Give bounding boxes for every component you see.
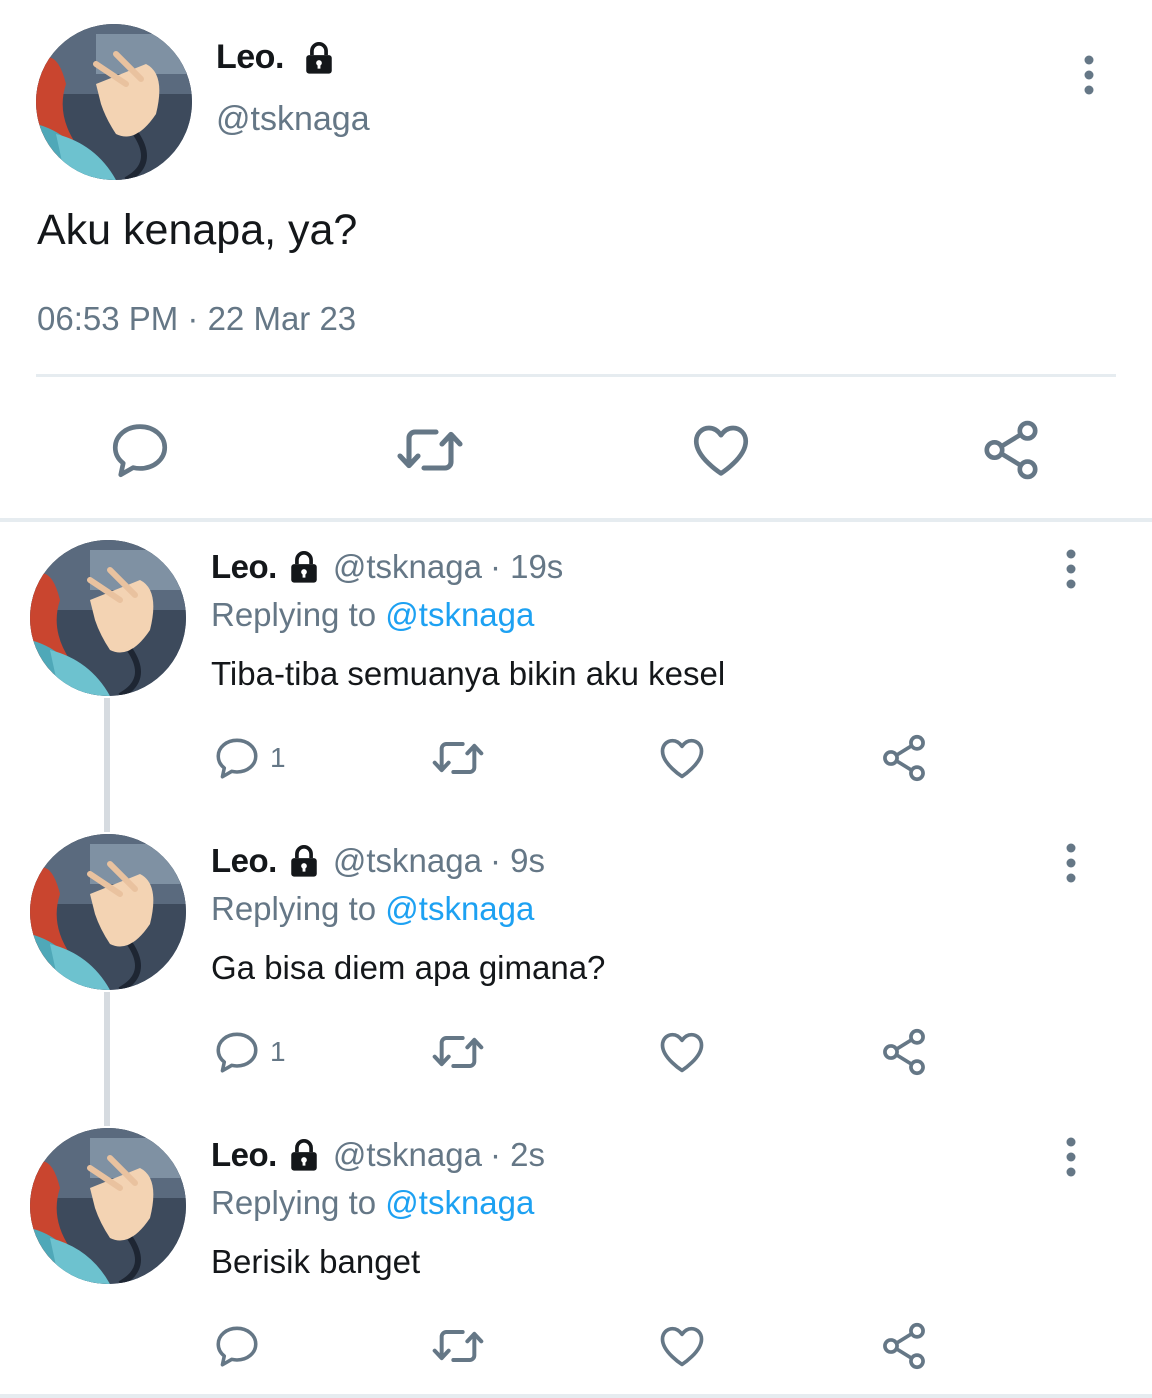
share-button[interactable] [878,728,930,788]
reply-header: Leo. @tsknaga · 19s [211,548,563,586]
reply-count: 1 [270,742,286,773]
divider [0,1394,1152,1398]
more-options-icon[interactable] [1072,54,1106,96]
like-icon [656,1026,708,1078]
author-name[interactable]: Leo. [211,842,277,880]
retweet-icon [430,1318,486,1374]
section-divider [0,518,1152,522]
like-icon [656,732,708,784]
lock-icon [287,550,321,584]
like-button[interactable] [681,410,761,490]
avatar-image [30,540,186,696]
replying-label: Replying to [211,890,377,927]
avatar[interactable] [36,24,192,180]
avatar-image [30,1128,186,1284]
reply-actions: 1 [0,728,1152,788]
retweet-button[interactable] [430,1022,486,1082]
reply-header: Leo. @tsknaga · 9s [211,842,545,880]
more-options-icon[interactable] [1054,1136,1088,1178]
retweet-icon [430,1024,486,1080]
mention-link[interactable]: @tsknaga [385,1184,534,1221]
replying-label: Replying to [211,1184,377,1221]
reply-header: Leo. @tsknaga · 2s [211,1136,545,1174]
author-handle[interactable]: @tsknaga [333,842,482,880]
author-handle[interactable]: @tsknaga [216,100,370,139]
reply-button[interactable] [212,1316,270,1376]
author-name[interactable]: Leo. [216,38,284,77]
share-icon [878,732,930,784]
reply-time: · 19s [489,548,564,585]
replying-label: Replying to [211,596,377,633]
reply-icon [212,1321,262,1371]
mention-link[interactable]: @tsknaga [385,596,534,633]
reply-button[interactable]: 1 [212,728,286,788]
reply-button[interactable] [100,410,180,490]
more-options-icon[interactable] [1054,548,1088,590]
share-icon [878,1026,930,1078]
like-icon [688,417,754,483]
lock-icon [302,41,336,75]
lock-icon [287,844,321,878]
reply-count: 1 [270,1036,286,1067]
share-icon [978,417,1044,483]
author-handle[interactable]: @tsknaga [333,548,482,586]
tweet-timestamp: 06:53 PM · 22 Mar 23 [37,300,357,337]
more-options-icon[interactable] [1054,842,1088,884]
retweet-icon [394,414,466,486]
reply-icon [212,733,262,783]
author-handle[interactable]: @tsknaga [333,1136,482,1174]
avatar-image [30,834,186,990]
retweet-icon [430,730,486,786]
author-name[interactable]: Leo. [211,1136,277,1174]
tweet-actions [0,410,1152,490]
reply-icon [107,417,173,483]
reply-icon [212,1027,262,1077]
lock-icon [287,1138,321,1172]
avatar[interactable] [30,1128,186,1284]
like-button[interactable] [656,1022,708,1082]
share-button[interactable] [878,1316,930,1376]
divider [36,374,1116,377]
main-tweet: Leo. @tsknaga Aku kenapa, ya? 06:53 PM ·… [0,0,1152,520]
replying-to: Replying to @tsknaga [211,1184,534,1222]
avatar-image [36,24,192,180]
replying-to: Replying to @tsknaga [211,890,534,928]
like-icon [656,1320,708,1372]
reply-text: Ga bisa diem apa gimana? [211,949,606,986]
author-name-row: Leo. [216,38,336,77]
avatar[interactable] [30,834,186,990]
reply-button[interactable]: 1 [212,1022,286,1082]
tweet-text: Aku kenapa, ya? [37,206,358,254]
share-icon [878,1320,930,1372]
like-button[interactable] [656,728,708,788]
reply-text: Berisik banget [211,1243,421,1280]
share-button[interactable] [971,410,1051,490]
like-button[interactable] [656,1316,708,1376]
retweet-button[interactable] [430,1316,486,1376]
retweet-button[interactable] [390,410,470,490]
reply-actions: 1 [0,1022,1152,1082]
reply-actions [0,1316,1152,1376]
share-button[interactable] [878,1022,930,1082]
reply-time: · 9s [489,842,545,879]
reply-time: · 2s [489,1136,545,1173]
mention-link[interactable]: @tsknaga [385,890,534,927]
retweet-button[interactable] [430,728,486,788]
author-name[interactable]: Leo. [211,548,277,586]
replying-to: Replying to @tsknaga [211,596,534,634]
avatar[interactable] [30,540,186,696]
reply-text: Tiba-tiba semuanya bikin aku kesel [211,655,726,692]
